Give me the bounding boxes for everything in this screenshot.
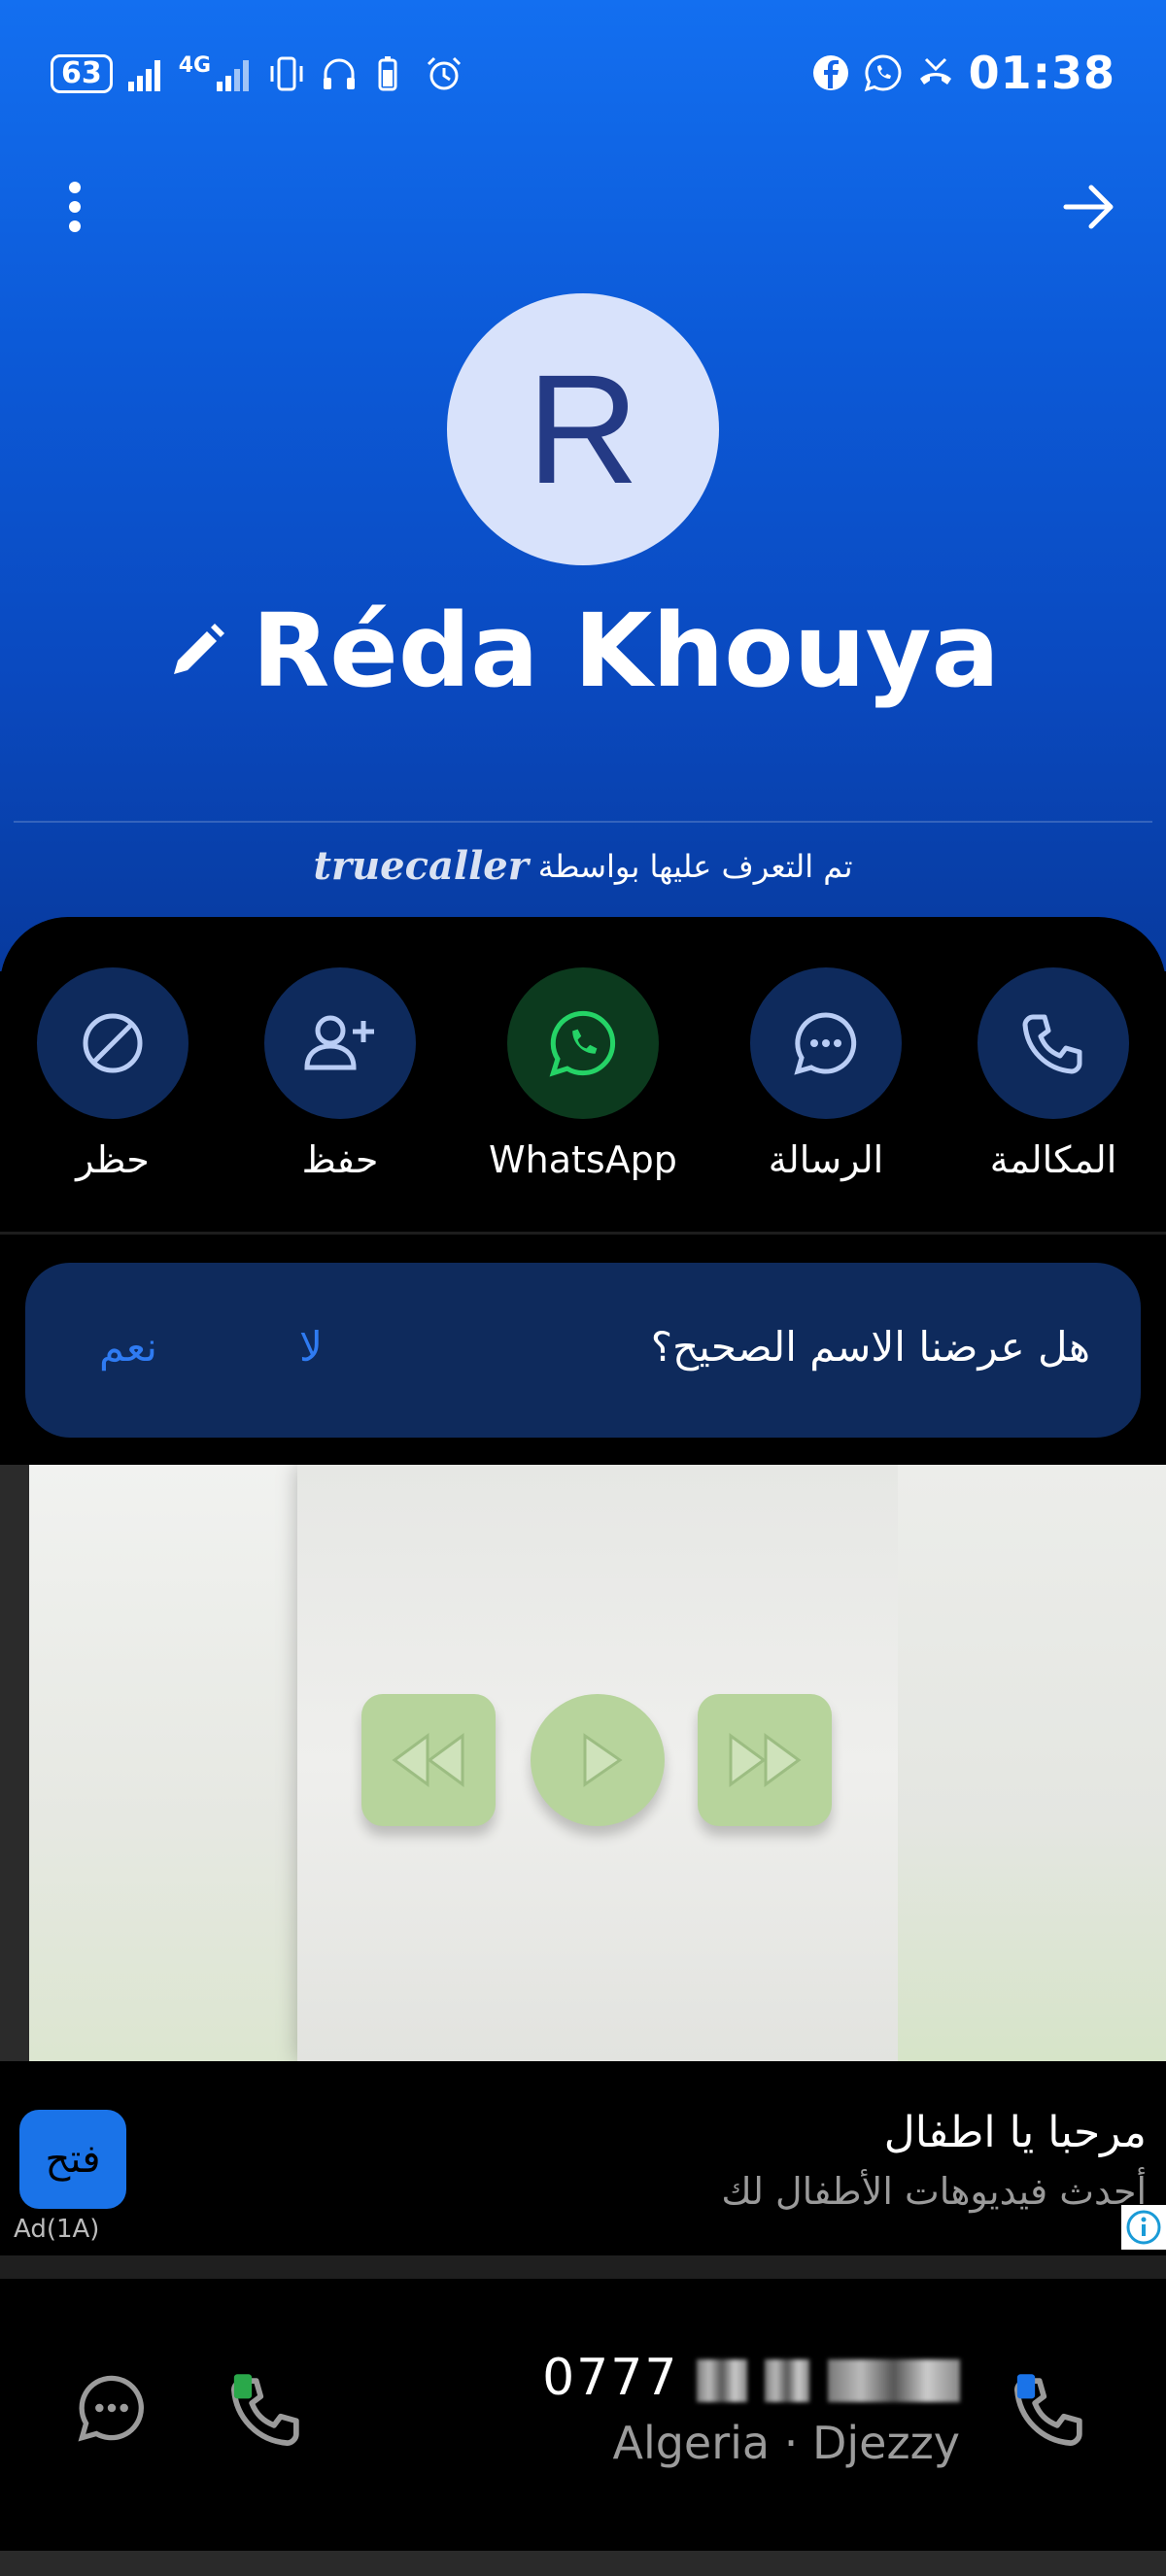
avatar: R <box>447 293 719 565</box>
clock: 01:38 <box>968 47 1115 99</box>
whatsapp-button[interactable]: WhatsApp <box>489 967 677 1181</box>
chat-bubble-icon <box>78 2375 144 2442</box>
status-bar: 63 4G 01:38 <box>0 47 1166 105</box>
missed-call-icon <box>919 57 951 85</box>
call-button[interactable]: المكالمة <box>977 967 1129 1181</box>
chat-bubble-icon <box>794 1012 857 1075</box>
battery-indicator: 63 <box>51 54 113 93</box>
section-gap <box>0 2255 1166 2279</box>
more-vertical-icon <box>69 182 81 232</box>
play-icon <box>531 1694 665 1826</box>
identified-by: truecaller تم التعرف عليها بواسطة <box>0 843 1166 889</box>
feedback-no-button[interactable]: لا <box>299 1323 323 1371</box>
avatar-initial: R <box>527 342 639 516</box>
status-left-icons: 63 4G <box>51 52 463 93</box>
whatsapp-icon <box>549 1010 616 1077</box>
redacted-digits <box>765 2359 810 2402</box>
ad-tag: Ad(1A) <box>14 2215 100 2244</box>
phone-number-row[interactable]: 0777 Algeria · Djezzy <box>0 2279 1166 2551</box>
info-icon <box>1126 2210 1161 2245</box>
headphones-icon <box>324 58 356 89</box>
identified-label: تم التعرف عليها بواسطة <box>537 847 853 885</box>
block-circle <box>37 967 189 1119</box>
back-button[interactable] <box>1055 173 1123 241</box>
redacted-digits <box>696 2359 747 2402</box>
block-button[interactable]: حظر <box>37 967 189 1181</box>
feedback-yes-button[interactable]: نعم <box>99 1323 157 1371</box>
bottom-edge <box>0 2551 1166 2576</box>
name-feedback-card: هل عرضنا الاسم الصحيح؟ لا نعم <box>25 1263 1141 1438</box>
call-label: المكالمة <box>989 1138 1117 1181</box>
phone-sim-icon <box>231 2374 299 2446</box>
message-circle <box>750 967 902 1119</box>
phone-number: 0777 <box>542 2349 960 2407</box>
more-options-button[interactable] <box>41 173 109 241</box>
battery-small-icon <box>378 56 397 91</box>
facebook-icon <box>812 55 848 90</box>
block-icon <box>83 1013 143 1073</box>
message-button[interactable]: الرسالة <box>750 967 902 1181</box>
ad-image[interactable] <box>0 1465 1166 2061</box>
name-feedback-question: هل عرضنا الاسم الصحيح؟ <box>650 1323 1090 1371</box>
network-type-label: 4G <box>178 52 212 78</box>
signal-2-icon <box>217 60 250 91</box>
ad-subtitle: أحدث فيديوهات الأطفال لك <box>721 2170 1147 2213</box>
rewind-icon <box>361 1694 496 1826</box>
add-person-icon <box>304 1015 374 1070</box>
ad-image-center <box>297 1465 898 2061</box>
call-sim2-button[interactable] <box>227 2372 305 2454</box>
ad-image-right-panel <box>898 1465 1166 2061</box>
ad-open-button[interactable]: فتح <box>19 2110 126 2209</box>
block-label: حظر <box>76 1138 150 1181</box>
vibrate-icon <box>270 56 303 91</box>
redacted-digits <box>828 2359 960 2402</box>
call-sim1-button[interactable] <box>1011 2372 1088 2454</box>
header-divider <box>14 821 1152 823</box>
message-number-button[interactable] <box>76 2372 148 2448</box>
save-contact-button[interactable]: حفظ <box>264 967 416 1181</box>
ad-title[interactable]: مرحبا يا اطفال <box>884 2108 1147 2157</box>
contact-name-row: Réda Khouya <box>0 592 1166 710</box>
ad-info-button[interactable] <box>1121 2205 1166 2250</box>
ad-image-left-panel <box>29 1465 297 2061</box>
phone-icon <box>1022 1014 1082 1074</box>
arrow-right-icon <box>1063 185 1114 229</box>
signal-icon <box>127 60 160 91</box>
phone-sim-icon <box>1014 2374 1082 2446</box>
save-circle <box>264 967 416 1119</box>
edit-pencil-icon[interactable] <box>166 620 228 682</box>
section-divider <box>0 1232 1166 1235</box>
fast-forward-icon <box>698 1694 832 1826</box>
alarm-icon <box>428 56 462 90</box>
whatsapp-status-icon <box>864 54 902 92</box>
message-label: الرسالة <box>768 1138 884 1181</box>
save-label: حفظ <box>301 1138 379 1181</box>
contact-name: Réda Khouya <box>252 592 1000 710</box>
call-circle <box>977 967 1129 1119</box>
whatsapp-label: WhatsApp <box>489 1138 677 1181</box>
phone-number-prefix: 0777 <box>542 2349 679 2407</box>
status-right-icons: 01:38 <box>811 47 1115 99</box>
ad-image-edge <box>0 1465 29 2061</box>
carrier-label: Algeria · Djezzy <box>612 2417 960 2469</box>
profile-header: 63 4G 01:38 R Réda Khouya truecaller تم … <box>0 0 1166 971</box>
truecaller-logo: truecaller <box>313 843 529 889</box>
ad-info-row: فتح Ad(1A) مرحبا يا اطفال أحدث فيديوهات … <box>0 2061 1166 2255</box>
whatsapp-circle <box>507 967 659 1119</box>
